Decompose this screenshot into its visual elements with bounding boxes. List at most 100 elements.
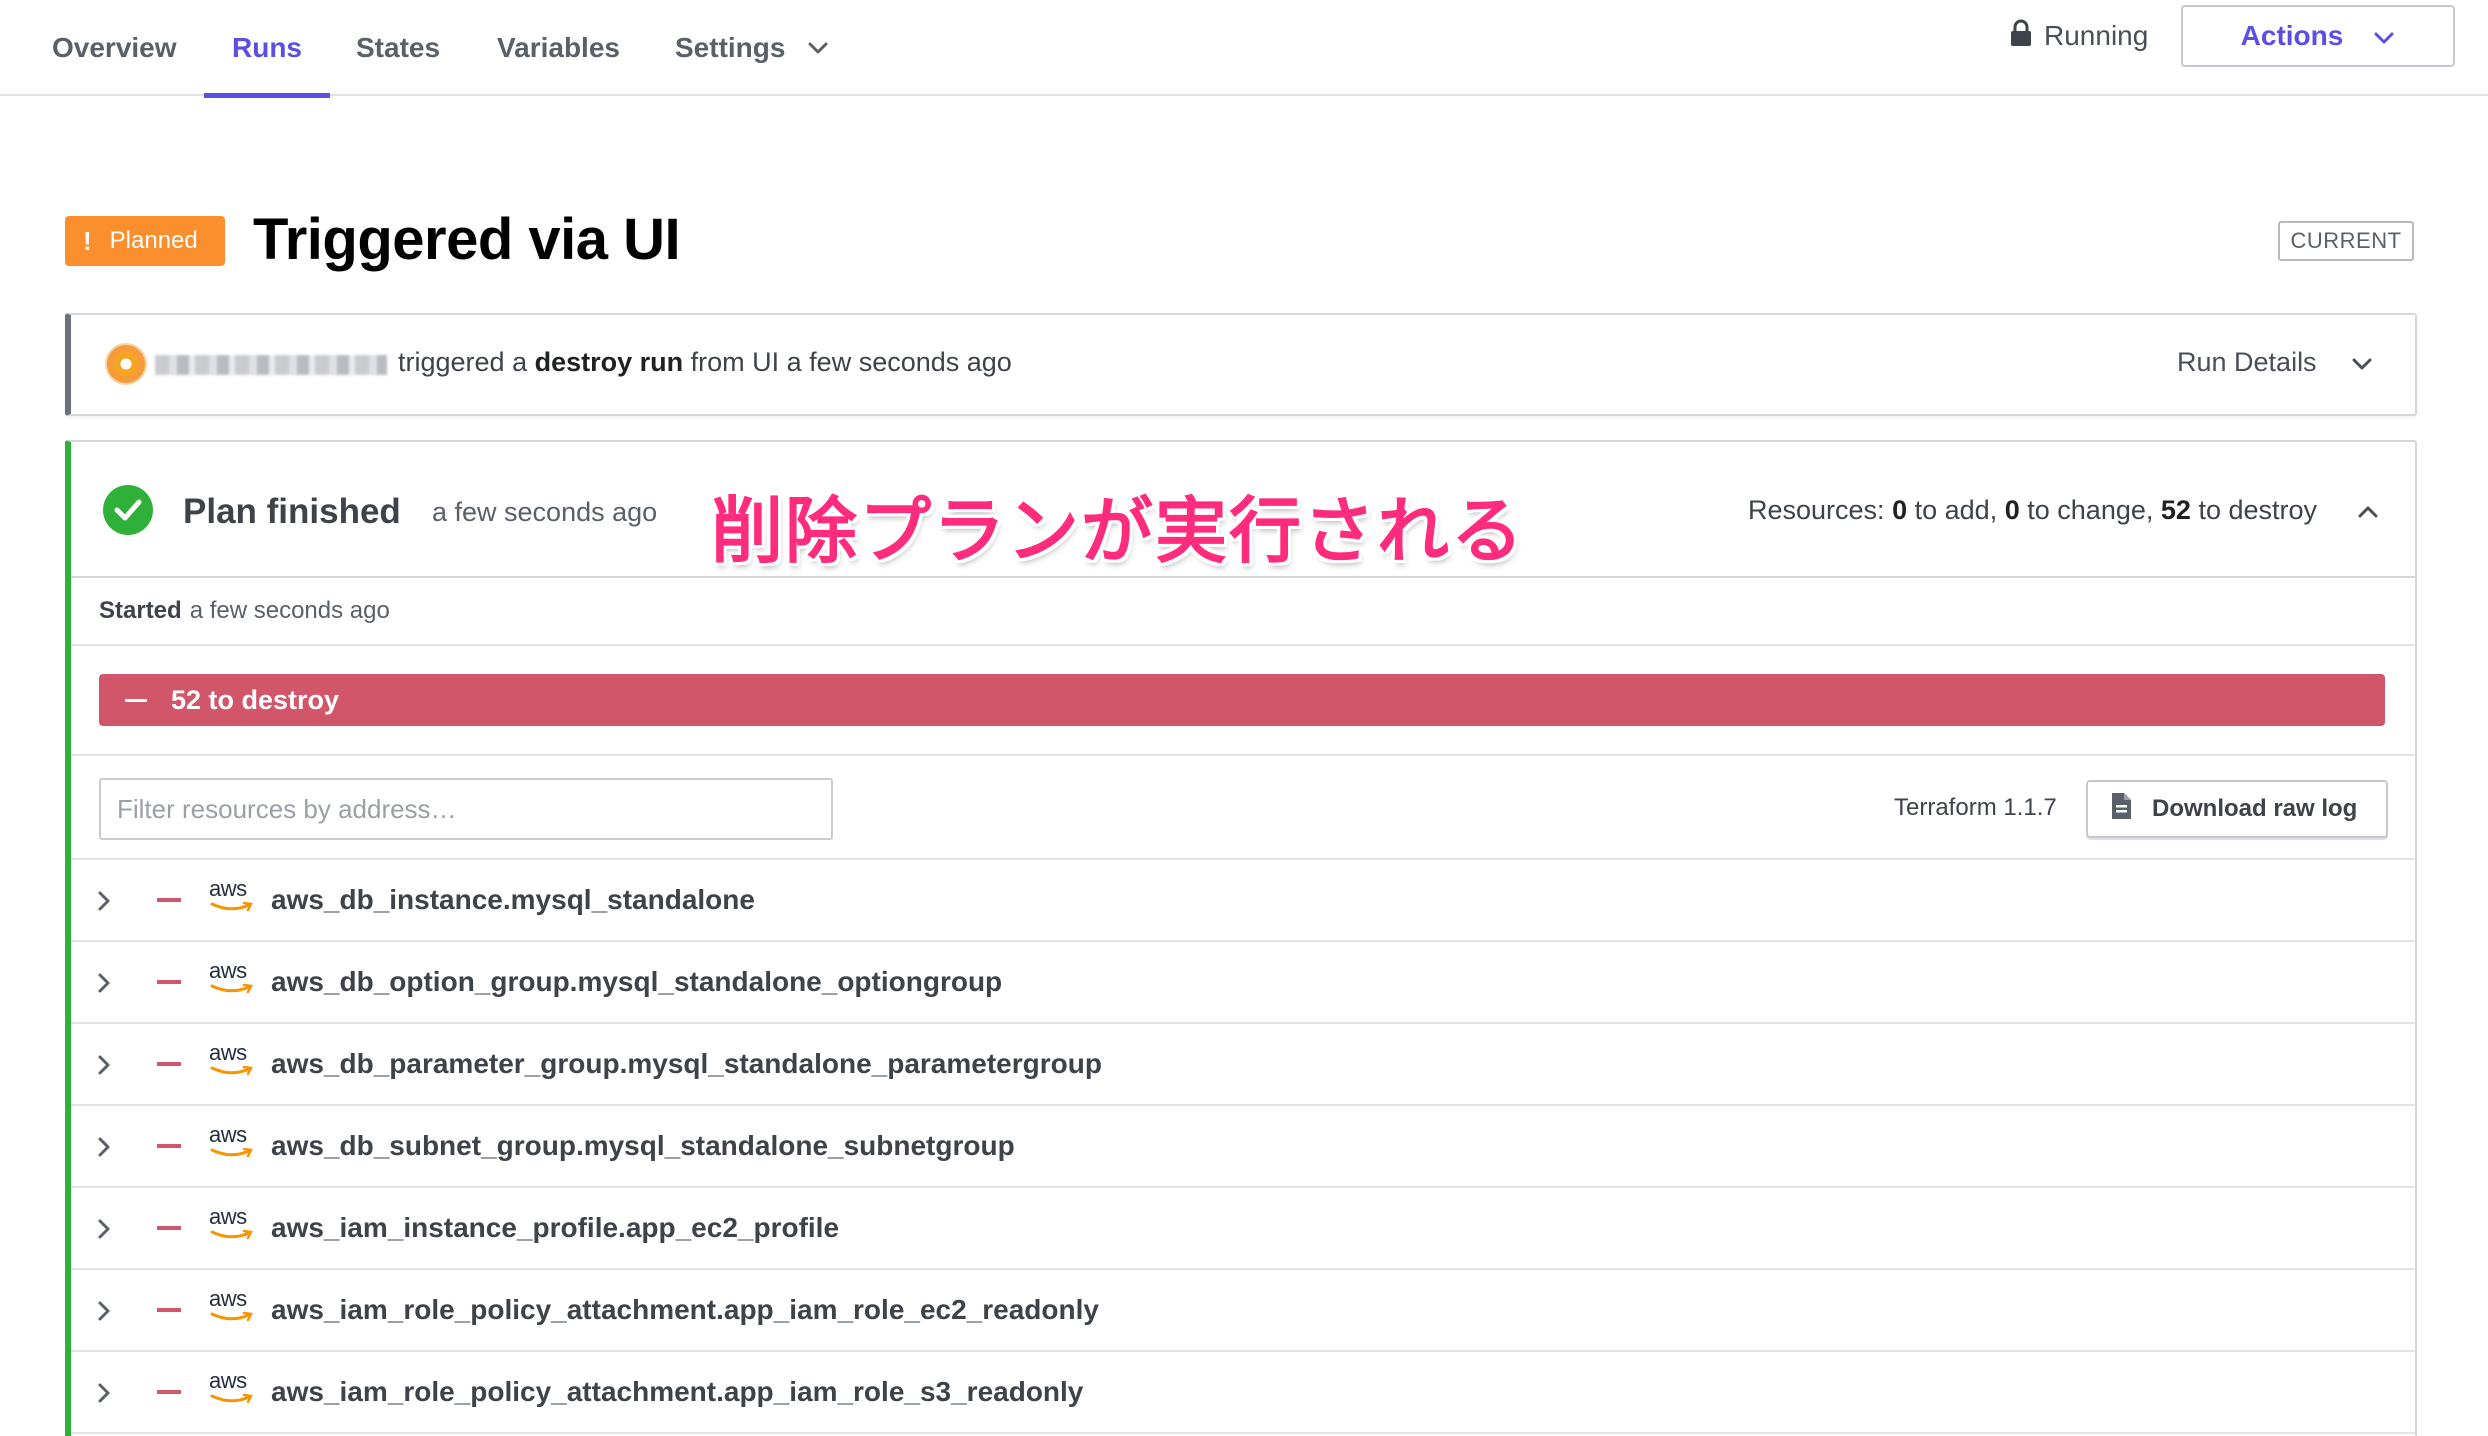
resources-label: Resources: xyxy=(1748,495,1885,525)
actions-dropdown-button[interactable]: Actions xyxy=(2181,5,2455,67)
document-icon xyxy=(2110,792,2132,827)
aws-logo-text: aws xyxy=(209,1204,247,1229)
check-circle-icon xyxy=(103,485,153,535)
chevron-down-icon xyxy=(2351,347,2373,378)
chevron-right-icon[interactable] xyxy=(97,890,111,917)
page-title: Triggered via UI xyxy=(253,207,681,272)
aws-logo-icon: aws xyxy=(209,1288,257,1328)
download-raw-log-button[interactable]: Download raw log xyxy=(2086,780,2388,838)
aws-logo-icon: aws xyxy=(209,878,257,918)
resource-row[interactable]: aws aws_iam_role_policy_attachment.app_i… xyxy=(71,1352,2415,1434)
trigger-text-before: triggered a xyxy=(398,347,528,377)
resource-row[interactable]: aws aws_iam_instance_profile.app_ec2_pro… xyxy=(71,1188,2415,1270)
destroy-minus-icon xyxy=(157,1308,181,1312)
plan-card: Plan finished a few seconds ago 削除プランが実行… xyxy=(65,440,2417,1436)
destroy-section: 52 to destroy xyxy=(71,646,2415,756)
resources-destroy-count: 52 xyxy=(2160,495,2191,525)
resources-change-count: 0 xyxy=(2004,495,2020,525)
lock-icon xyxy=(2010,19,2032,54)
run-details-label: Run Details xyxy=(2177,347,2317,377)
actions-label: Actions xyxy=(2240,20,2344,51)
current-badge: CURRENT xyxy=(2278,221,2414,261)
aws-logo-icon: aws xyxy=(209,1042,257,1082)
destroy-summary-label: 52 to destroy xyxy=(171,684,340,715)
aws-logo-text: aws xyxy=(209,958,247,983)
destroy-minus-icon xyxy=(157,1226,181,1230)
status-badge-label: Planned xyxy=(109,227,198,254)
destroy-minus-icon xyxy=(157,980,181,984)
resource-list: aws aws_db_instance.mysql_standalone aws… xyxy=(71,860,2415,1434)
aws-logo-icon: aws xyxy=(209,1206,257,1246)
workspace-nav: Overview Runs States Variables Settings … xyxy=(0,0,2488,98)
tab-variables[interactable]: Variables xyxy=(497,0,620,96)
tab-settings-label: Settings xyxy=(675,32,786,63)
trigger-run-type: destroy run xyxy=(534,347,684,377)
resource-address: aws_db_parameter_group.mysql_standalone_… xyxy=(271,1048,1102,1079)
resources-summary: Resources: 0 to add, 0 to change, 52 to … xyxy=(1748,495,2379,526)
warning-icon: ! xyxy=(83,225,92,256)
resource-row[interactable]: aws aws_iam_role_policy_attachment.app_i… xyxy=(71,1270,2415,1352)
trigger-description: triggered a destroy run from UI a few se… xyxy=(398,347,1012,378)
chevron-right-icon[interactable] xyxy=(97,1382,111,1409)
resources-change-label: to change, xyxy=(2027,495,2154,525)
download-label: Download raw log xyxy=(2152,795,2358,822)
resource-address: aws_db_subnet_group.mysql_standalone_sub… xyxy=(271,1130,1015,1161)
resource-row[interactable]: aws aws_db_parameter_group.mysql_standal… xyxy=(71,1024,2415,1106)
status-badge: ! Planned xyxy=(65,216,225,266)
resource-row[interactable]: aws aws_db_option_group.mysql_standalone… xyxy=(71,942,2415,1024)
started-time: a few seconds ago xyxy=(189,597,390,624)
workspace-lock-status[interactable]: Running xyxy=(2010,0,2148,72)
avatar xyxy=(105,343,147,385)
run-details-toggle[interactable]: Run Details xyxy=(2177,347,2373,378)
resources-destroy-label: to destroy xyxy=(2198,495,2318,525)
filter-row: Terraform 1.1.7 Download raw log xyxy=(71,756,2415,860)
aws-logo-text: aws xyxy=(209,1040,247,1065)
destroy-minus-icon xyxy=(157,1390,181,1394)
run-trigger-card: triggered a destroy run from UI a few se… xyxy=(65,313,2417,416)
resource-address: aws_db_instance.mysql_standalone xyxy=(271,884,755,915)
tab-runs[interactable]: Runs xyxy=(204,0,330,98)
resource-address: aws_iam_role_policy_attachment.app_iam_r… xyxy=(271,1294,1099,1325)
started-row: Started a few seconds ago xyxy=(71,578,2415,646)
resource-address: aws_db_option_group.mysql_standalone_opt… xyxy=(271,966,1003,997)
resources-add-label: to add, xyxy=(1914,495,1998,525)
blurred-username xyxy=(155,355,387,375)
started-label: Started xyxy=(99,597,182,624)
aws-logo-icon: aws xyxy=(209,1124,257,1164)
terraform-version: Terraform 1.1.7 xyxy=(1894,794,2057,821)
aws-logo-icon: aws xyxy=(209,1370,257,1410)
resource-address: aws_iam_role_policy_attachment.app_iam_r… xyxy=(271,1376,1084,1407)
chevron-right-icon[interactable] xyxy=(97,972,111,999)
aws-logo-text: aws xyxy=(209,876,247,901)
aws-logo-text: aws xyxy=(209,1122,247,1147)
plan-time: a few seconds ago xyxy=(432,497,658,527)
aws-logo-text: aws xyxy=(209,1368,247,1393)
chevron-right-icon[interactable] xyxy=(97,1054,111,1081)
chevron-right-icon[interactable] xyxy=(97,1218,111,1245)
chevron-down-icon xyxy=(807,41,829,55)
chevron-right-icon[interactable] xyxy=(97,1300,111,1327)
chevron-up-icon[interactable] xyxy=(2357,495,2379,526)
resource-row[interactable]: aws aws_db_instance.mysql_standalone xyxy=(71,860,2415,942)
chevron-right-icon[interactable] xyxy=(97,1136,111,1163)
tab-settings[interactable]: Settings xyxy=(675,0,829,96)
trigger-text-after: from UI a few seconds ago xyxy=(690,347,1012,377)
destroy-summary-bar[interactable]: 52 to destroy xyxy=(99,674,2385,726)
resource-row[interactable]: aws aws_db_subnet_group.mysql_standalone… xyxy=(71,1106,2415,1188)
aws-logo-text: aws xyxy=(209,1286,247,1311)
annotation-overlay: 削除プランが実行される xyxy=(711,489,1526,573)
tab-states[interactable]: States xyxy=(356,0,440,96)
chevron-down-icon xyxy=(2373,20,2395,52)
filter-resources-input[interactable] xyxy=(99,778,833,840)
minus-icon xyxy=(125,698,147,702)
plan-status-title: Plan finished xyxy=(183,492,401,531)
resources-add-count: 0 xyxy=(1892,495,1908,525)
resource-address: aws_iam_instance_profile.app_ec2_profile xyxy=(271,1212,840,1243)
destroy-minus-icon xyxy=(157,1062,181,1066)
destroy-minus-icon xyxy=(157,1144,181,1148)
plan-header[interactable]: Plan finished a few seconds ago 削除プランが実行… xyxy=(71,442,2415,578)
destroy-minus-icon xyxy=(157,898,181,902)
lock-status-label: Running xyxy=(2044,20,2149,51)
tab-overview[interactable]: Overview xyxy=(52,0,177,96)
aws-logo-icon: aws xyxy=(209,960,257,1000)
